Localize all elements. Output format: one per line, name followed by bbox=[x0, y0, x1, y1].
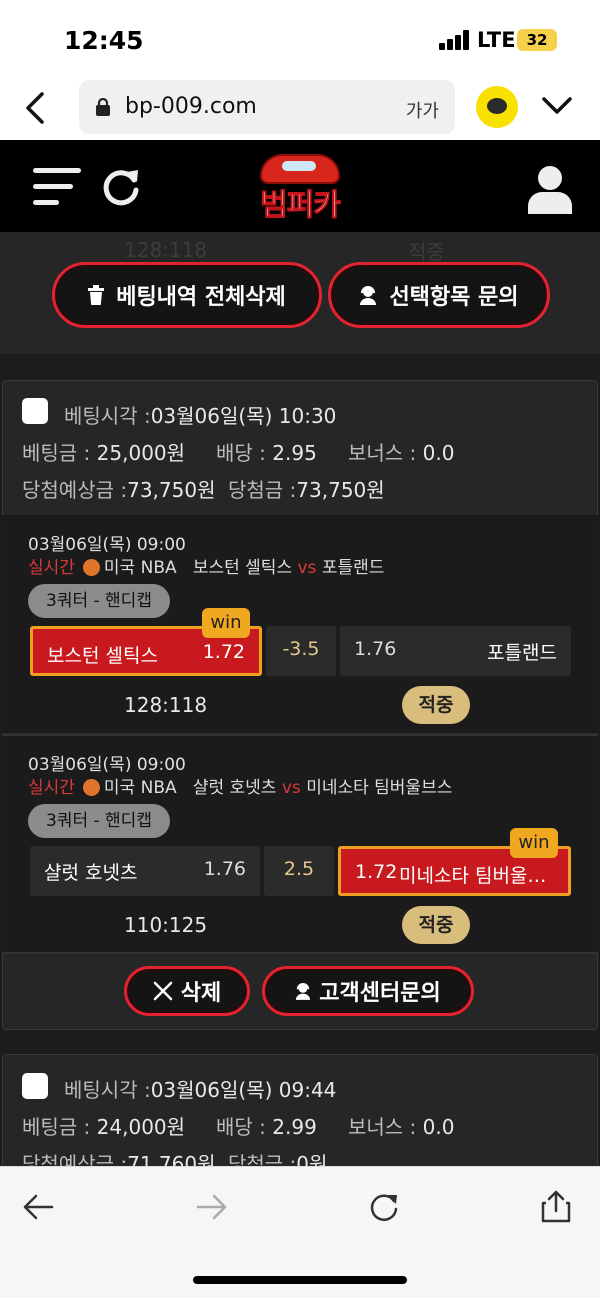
basketball-icon bbox=[82, 779, 100, 796]
game-score: 110:125 bbox=[124, 913, 208, 937]
odds-away[interactable]: 1.76 포틀랜드 bbox=[340, 626, 571, 676]
bet-odds: 배당 : 2.99 bbox=[216, 1115, 317, 1139]
kakaotalk-icon[interactable] bbox=[476, 86, 518, 128]
refresh-icon[interactable] bbox=[100, 166, 142, 208]
odds-team-name: 샬럿 호넷츠 bbox=[44, 862, 138, 884]
support-agent-icon bbox=[296, 983, 311, 1000]
inquiry-label: 선택항목 문의 bbox=[389, 285, 519, 310]
odds-value: 1.76 bbox=[203, 858, 246, 880]
chevron-down-icon[interactable] bbox=[540, 94, 574, 118]
text-size-button[interactable]: 가가 bbox=[406, 97, 439, 123]
site-header: 범퍼카 bbox=[0, 140, 600, 232]
close-icon bbox=[153, 981, 172, 1001]
bet-amount: 베팅금 : 24,000원 bbox=[22, 1115, 186, 1139]
win-badge: win bbox=[202, 608, 250, 638]
back-arrow-icon[interactable] bbox=[22, 1193, 54, 1221]
share-icon[interactable] bbox=[540, 1189, 572, 1223]
odds-line[interactable]: -3.5 bbox=[266, 626, 336, 676]
delete-all-label: 베팅내역 전체삭제 bbox=[116, 285, 286, 310]
live-label: 실시간 bbox=[28, 778, 75, 798]
odds-value: 1.72 bbox=[355, 861, 398, 883]
ghost-score: 128:118 bbox=[124, 238, 208, 262]
odds-team-name: 미네소타 팀버울… bbox=[399, 865, 547, 887]
ghost-hit: 적중 bbox=[408, 240, 445, 264]
home-team: 보스턴 셀틱스 bbox=[192, 558, 293, 578]
signal-icon bbox=[439, 30, 469, 50]
league-name: 미국 NBA bbox=[103, 778, 177, 798]
support-button[interactable]: 고객센터문의 bbox=[262, 966, 474, 1016]
battery-level: 32 bbox=[526, 31, 548, 49]
delete-button[interactable]: 삭제 bbox=[124, 966, 250, 1016]
bet-checkbox[interactable] bbox=[22, 398, 48, 424]
away-team: 미네소타 팀버울브스 bbox=[306, 778, 453, 798]
bet-checkbox[interactable] bbox=[22, 1073, 48, 1099]
bet-amount: 베팅금 : 25,000원 bbox=[22, 441, 186, 465]
bet-bonus: 보너스 : 0.0 bbox=[348, 441, 455, 465]
delete-label: 삭제 bbox=[180, 981, 222, 1006]
battery-icon: 32 bbox=[517, 29, 557, 51]
bet-expected: 당첨예상금 :73,750원 bbox=[22, 478, 216, 502]
back-icon[interactable] bbox=[22, 88, 52, 128]
live-label: 실시간 bbox=[28, 558, 75, 578]
bet-odds: 배당 : 2.95 bbox=[216, 441, 317, 465]
game-datetime: 03월06일(목) 09:00 bbox=[28, 535, 186, 555]
bet-won: 당첨금 :73,750원 bbox=[228, 478, 385, 502]
odds-value: 1.72 bbox=[202, 641, 245, 663]
address-field[interactable]: bp-009.com 가가 bbox=[79, 80, 455, 134]
game-info: 실시간 미국 NBA 보스턴 셀틱스 vs 포틀랜드 bbox=[28, 558, 385, 578]
bet-time: 베팅시각 :03월06일(목) 09:44 bbox=[64, 1078, 337, 1102]
home-team: 샬럿 호넷츠 bbox=[192, 778, 277, 798]
league-name: 미국 NBA bbox=[103, 558, 177, 578]
lock-icon bbox=[96, 98, 110, 116]
game-info: 실시간 미국 NBA 샬럿 호넷츠 vs 미네소타 팀버울브스 bbox=[28, 778, 453, 798]
reload-icon[interactable] bbox=[368, 1191, 400, 1223]
odds-team-name: 포틀랜드 bbox=[487, 642, 557, 664]
status-time: 12:45 bbox=[64, 26, 144, 55]
market-tag: 3쿼터 - 핸디캡 bbox=[28, 584, 170, 618]
divider bbox=[2, 952, 598, 954]
inquiry-button[interactable]: 선택항목 문의 bbox=[328, 262, 550, 328]
support-label: 고객센터문의 bbox=[319, 981, 441, 1006]
browser-url-bar: bp-009.com 가가 bbox=[0, 78, 600, 140]
basketball-icon bbox=[82, 559, 100, 576]
delete-all-button[interactable]: 베팅내역 전체삭제 bbox=[52, 262, 322, 328]
game-datetime: 03월06일(목) 09:00 bbox=[28, 755, 186, 775]
bet-time: 베팅시각 :03월06일(목) 10:30 bbox=[64, 404, 337, 428]
network-label: LTE bbox=[477, 28, 516, 52]
trash-icon bbox=[88, 285, 105, 305]
result-badge: 적중 bbox=[402, 686, 470, 724]
url-text: bp-009.com bbox=[125, 94, 257, 119]
site-logo-text: 범퍼카 bbox=[260, 188, 342, 224]
result-badge: 적중 bbox=[402, 906, 470, 944]
odds-line[interactable]: 2.5 bbox=[264, 846, 334, 896]
support-agent-icon bbox=[360, 286, 377, 305]
away-team: 포틀랜드 bbox=[321, 558, 385, 578]
forward-arrow-icon[interactable] bbox=[196, 1193, 228, 1221]
market-tag: 3쿼터 - 핸디캡 bbox=[28, 804, 170, 838]
status-bar: 12:45 LTE 32 bbox=[0, 0, 600, 78]
odds-home[interactable]: 샬럿 호넷츠 1.76 bbox=[30, 846, 260, 896]
odds-value: 1.76 bbox=[354, 638, 397, 660]
home-indicator bbox=[193, 1276, 407, 1284]
user-icon[interactable] bbox=[526, 164, 574, 214]
menu-icon[interactable] bbox=[33, 168, 81, 210]
win-badge: win bbox=[510, 828, 558, 858]
odds-team-name: 보스턴 셀틱스 bbox=[47, 645, 158, 667]
bet-bonus: 보너스 : 0.0 bbox=[348, 1115, 455, 1139]
game-score: 128:118 bbox=[124, 693, 208, 717]
site-logo[interactable]: 범퍼카 bbox=[248, 150, 352, 224]
